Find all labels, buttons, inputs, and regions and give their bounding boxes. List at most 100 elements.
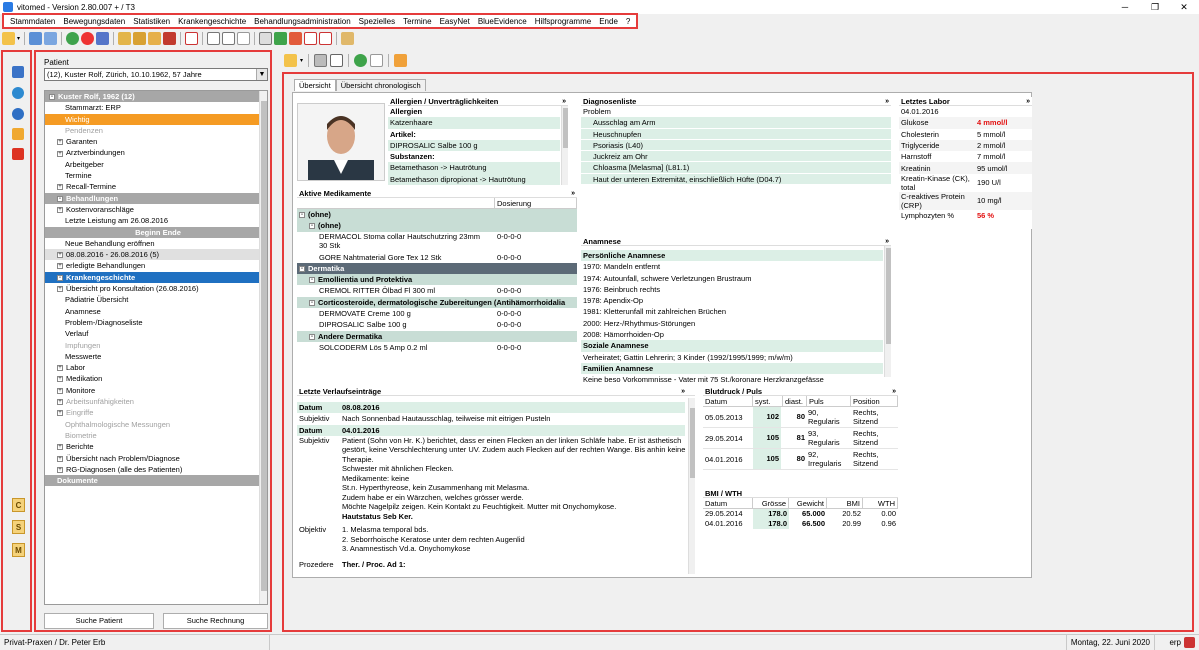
expand-toggle-icon[interactable]: - [57, 195, 63, 202]
expand-toggle-icon[interactable]: + [57, 387, 63, 394]
tree-item[interactable]: Stammarzt: ERP [45, 102, 267, 113]
medication-row[interactable]: DIPROSALIC Salbe 100 g 0-0-0-0 [297, 319, 577, 330]
dropdown-arrow-icon[interactable]: ▾ [300, 57, 303, 64]
diagnosis-row[interactable]: Chloasma [Melasma] (L81.1) [581, 162, 891, 174]
expand-toggle-icon[interactable]: + [57, 150, 63, 157]
tab-overview-chronological[interactable]: Übersicht chronologisch [335, 79, 426, 91]
money-icon[interactable] [274, 32, 288, 45]
expand-icon[interactable]: » [885, 237, 889, 246]
export-icon[interactable] [370, 53, 384, 67]
expand-toggle-icon[interactable]: + [57, 263, 63, 270]
expand-toggle-icon[interactable]: + [57, 376, 63, 383]
tree-item[interactable]: - Krankengeschichte [45, 271, 267, 284]
bandage-icon[interactable] [148, 32, 162, 45]
tree-item[interactable]: Pendenzen [45, 125, 267, 136]
medication-row[interactable]: CREMOL RITTER Ölbad Fl 300 ml 0-0-0-0 [297, 285, 577, 296]
expand-toggle-icon[interactable]: + [57, 139, 63, 146]
menu-item[interactable]: Statistiken [129, 17, 174, 26]
expand-toggle-icon[interactable]: + [57, 286, 63, 293]
tree-item[interactable]: +08.08.2016 - 26.08.2016 (5) [45, 249, 267, 261]
expand-toggle-icon[interactable]: + [57, 206, 63, 213]
medication-row[interactable]: - Corticosteroide, dermatologische Zubere… [297, 296, 577, 309]
tree-item[interactable]: Wichtig [45, 113, 267, 125]
refresh-icon[interactable] [354, 53, 368, 67]
expand-toggle-icon[interactable]: - [49, 94, 55, 101]
menu-item[interactable]: Termine [399, 17, 435, 26]
checklist-icon[interactable] [304, 32, 318, 45]
chevron-down-icon[interactable]: ▼ [256, 69, 267, 80]
menu-item[interactable]: BlueEvidence [474, 17, 531, 26]
diagnosis-row[interactable]: Psoriasis (L40) [581, 139, 891, 152]
notes-icon[interactable] [12, 128, 24, 140]
expand-toggle-icon[interactable]: + [57, 410, 63, 417]
medication-row[interactable]: - Emollientia und Protektiva [297, 274, 577, 286]
tree-item[interactable]: Messwerte [45, 351, 267, 362]
check-icon[interactable] [319, 32, 333, 45]
tag-icon[interactable] [118, 32, 132, 45]
tree-item[interactable]: Pädiatrie Übersicht [45, 294, 267, 305]
pills-icon[interactable] [133, 32, 147, 45]
tree-item[interactable]: Beginn Ende [45, 226, 267, 238]
tab-overview[interactable]: Übersicht [294, 79, 336, 91]
tree-item[interactable]: + RG-Diagnosen (alle des Patienten) [45, 464, 267, 475]
tree-item[interactable]: + Übersicht nach Problem/Diagnose [45, 453, 267, 464]
layout-icon[interactable] [29, 32, 43, 45]
tree-item[interactable]: + Eingriffe [45, 407, 267, 418]
tree-item[interactable]: + Labor [45, 362, 267, 373]
shortcut-s-icon[interactable]: S [12, 520, 25, 534]
medication-row[interactable]: DERMACOL Stoma collar Hautschutzring 23m… [297, 232, 577, 252]
menu-item[interactable]: Spezielles [355, 17, 399, 26]
shortcut-m-icon[interactable]: M [12, 543, 25, 557]
tree-item[interactable]: + Medikation [45, 373, 267, 384]
info-icon[interactable] [394, 53, 408, 67]
tree-item[interactable]: + Berichte [45, 441, 267, 452]
tree-item[interactable]: Letzte Leistung am 26.08.2016 [45, 215, 267, 226]
tree-item[interactable]: + Garanten [45, 136, 267, 147]
maximize-button[interactable]: ❐ [1140, 0, 1170, 14]
tree-item[interactable]: + Kostenvoranschläge [45, 204, 267, 215]
menu-item[interactable]: Bewegungsdaten [59, 17, 129, 26]
tree-item[interactable]: - Kuster Rolf, 1962 (12) [45, 91, 267, 103]
medication-row[interactable]: SOLCODERM Lös 5 Amp 0.2 ml 0-0-0-0 [297, 342, 577, 353]
invoice-icon[interactable] [289, 32, 303, 45]
medication-row[interactable]: - Dermatika [297, 262, 577, 275]
notebook-icon[interactable] [12, 66, 24, 78]
menu-item[interactable]: EasyNet [436, 17, 474, 26]
calendar-icon[interactable] [185, 32, 199, 45]
tree-item[interactable]: + Recall-Termine [45, 181, 267, 192]
tree-item[interactable]: Impfungen [45, 340, 267, 351]
tree-item[interactable]: Termine [45, 170, 267, 181]
minimize-button[interactable]: ─ [1110, 0, 1140, 14]
diagnosis-row[interactable]: Ausschlag am Arm [581, 117, 891, 129]
tree-item[interactable]: Verlauf [45, 328, 267, 339]
folder-icon[interactable] [284, 53, 297, 67]
expand-toggle-icon[interactable]: + [57, 365, 63, 372]
expand-toggle-icon[interactable]: + [57, 184, 63, 191]
medical-cross-icon[interactable] [81, 32, 95, 45]
menu-item[interactable]: ? [622, 17, 634, 26]
collapse-icon[interactable]: - [309, 299, 315, 306]
collapse-icon[interactable]: - [309, 277, 315, 284]
tree-item[interactable]: + erledigte Behandlungen [45, 260, 267, 271]
search-patient-button[interactable]: Suche Patient [44, 613, 154, 629]
dropdown-arrow-icon[interactable]: ▾ [17, 35, 20, 42]
tree-item[interactable]: - Behandlungen [45, 192, 267, 204]
menu-item[interactable]: Behandlungsadministration [250, 17, 355, 26]
expand-icon[interactable]: » [885, 97, 889, 106]
stamp-icon[interactable] [12, 148, 24, 160]
tree-item[interactable]: Anamnese [45, 306, 267, 317]
user-icon[interactable] [1184, 637, 1195, 648]
diagnosis-row[interactable]: Juckreiz am Ohr [581, 151, 891, 163]
medication-row[interactable]: - Andere Dermatika [297, 330, 577, 342]
search-invoice-button[interactable]: Suche Rechnung [163, 613, 268, 629]
print-icon[interactable] [314, 53, 328, 67]
document-icon[interactable] [207, 32, 221, 45]
tree-item[interactable]: Neue Behandlung eröffnen [45, 238, 267, 249]
anamnesis-scrollbar[interactable] [884, 246, 891, 377]
expand-toggle-icon[interactable]: + [57, 466, 63, 473]
patient-icon[interactable] [66, 32, 80, 45]
page-icon[interactable] [330, 53, 344, 67]
medication-row[interactable]: - (ohne) [297, 209, 577, 221]
allergies-scrollbar[interactable] [561, 106, 568, 185]
printer-icon[interactable] [259, 32, 273, 45]
